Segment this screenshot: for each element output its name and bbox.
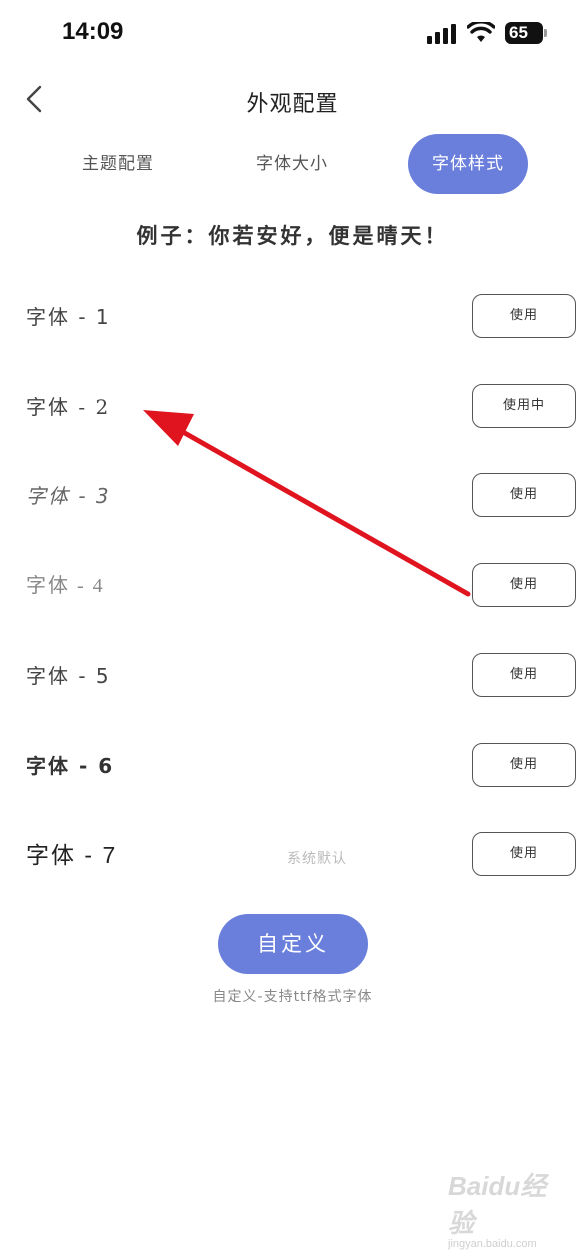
font-name: 字体 - 1 bbox=[26, 305, 111, 329]
battery-indicator: 65 bbox=[505, 22, 547, 44]
font-row-3: 字体 - 3 使用 bbox=[0, 473, 585, 563]
font-name: 字体 - 4 bbox=[26, 575, 105, 597]
custom-font-button[interactable]: 自定义 bbox=[218, 914, 368, 974]
font-name: 字体 - 5 bbox=[26, 664, 111, 688]
font-name: 字体 - 2 bbox=[26, 395, 111, 419]
tab-bar: 主题配置 字体大小 字体样式 bbox=[0, 134, 585, 194]
tab-font-size[interactable]: 字体大小 bbox=[232, 134, 352, 194]
font-row-4: 字体 - 4 使用 bbox=[0, 563, 585, 653]
font-name: 字体 - 3 bbox=[26, 484, 111, 508]
status-bar: 14:09 65 bbox=[0, 0, 585, 68]
use-font-6-button[interactable]: 使用 bbox=[472, 743, 576, 787]
tab-theme-config[interactable]: 主题配置 bbox=[58, 134, 178, 194]
system-default-note: 系统默认 bbox=[287, 851, 347, 867]
font-name: 字体 - 7 bbox=[26, 842, 118, 868]
font-row-7: 字体 - 7 系统默认 使用 bbox=[0, 832, 585, 922]
nav-bar: 外观配置 bbox=[0, 74, 585, 124]
page-title: 外观配置 bbox=[246, 92, 339, 117]
use-font-3-button[interactable]: 使用 bbox=[472, 473, 576, 517]
use-font-7-button[interactable]: 使用 bbox=[472, 832, 576, 876]
font-name: 字体 - 6 bbox=[26, 754, 115, 778]
wifi-icon bbox=[467, 22, 495, 42]
font-example-text: 例子：你若安好，便是晴天！ bbox=[136, 224, 449, 248]
font-row-6: 字体 - 6 使用 bbox=[0, 743, 585, 833]
font-row-1: 字体 - 1 使用 bbox=[0, 294, 585, 384]
use-font-5-button[interactable]: 使用 bbox=[472, 653, 576, 697]
baidu-watermark: Baidu经验 jingyan.baidu.com bbox=[448, 1166, 568, 1250]
tab-font-style[interactable]: 字体样式 bbox=[408, 134, 528, 194]
font-row-2: 字体 - 2 使用中 bbox=[0, 384, 585, 474]
watermark-url: jingyan.baidu.com bbox=[448, 1238, 537, 1250]
font-row-5: 字体 - 5 使用 bbox=[0, 653, 585, 743]
use-font-2-button[interactable]: 使用中 bbox=[472, 384, 576, 428]
cellular-signal-icon bbox=[427, 24, 456, 44]
watermark-logo: Baidu经验 bbox=[448, 1171, 547, 1238]
status-time: 14:09 bbox=[62, 18, 124, 45]
custom-font-hint: 自定义-支持ttf格式字体 bbox=[212, 989, 373, 1005]
use-font-4-button[interactable]: 使用 bbox=[472, 563, 576, 607]
use-font-1-button[interactable]: 使用 bbox=[472, 294, 576, 338]
